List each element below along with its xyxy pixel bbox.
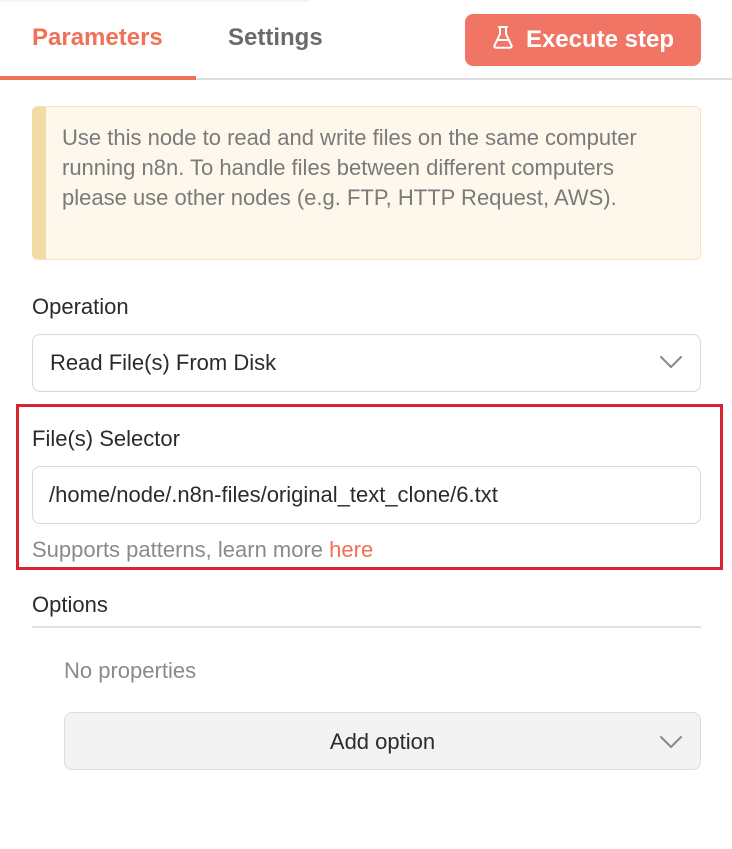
tab-bar: Parameters Settings Execute step (0, 0, 732, 80)
chevron-down-icon (660, 356, 682, 368)
execute-step-label: Execute step (525, 26, 675, 53)
options-divider (32, 626, 701, 628)
add-option-label: Add option (329, 729, 436, 754)
active-tab-indicator (0, 76, 196, 80)
top-divider (0, 0, 310, 2)
operation-select[interactable]: Read File(s) From Disk (32, 334, 701, 392)
options-label: Options (32, 592, 108, 617)
file-selector-label: File(s) Selector (32, 426, 180, 451)
operation-value: Read File(s) From Disk (50, 350, 277, 375)
notice-text: Use this node to read and write files on… (62, 125, 637, 210)
hint-link-here[interactable]: here (329, 537, 373, 562)
file-selector-input[interactable]: /home/node/.n8n-files/original_text_clon… (32, 466, 701, 524)
add-option-button[interactable]: Add option (64, 712, 701, 770)
tab-parameters[interactable]: Parameters (32, 24, 163, 52)
chevron-down-icon (660, 736, 682, 748)
execute-step-button[interactable]: Execute step (465, 14, 701, 66)
file-selector-hint: Supports patterns, learn more here (32, 537, 373, 563)
no-properties-text: No properties (64, 658, 197, 683)
node-parameters-panel: Parameters Settings Execute step Use thi… (0, 0, 732, 849)
file-selector-value: /home/node/.n8n-files/original_text_clon… (49, 482, 498, 507)
hint-text: Supports patterns, learn more (32, 537, 330, 562)
info-notice: Use this node to read and write files on… (32, 106, 701, 260)
tab-settings[interactable]: Settings (228, 24, 323, 52)
flask-icon (492, 25, 514, 56)
operation-label: Operation (32, 294, 129, 319)
